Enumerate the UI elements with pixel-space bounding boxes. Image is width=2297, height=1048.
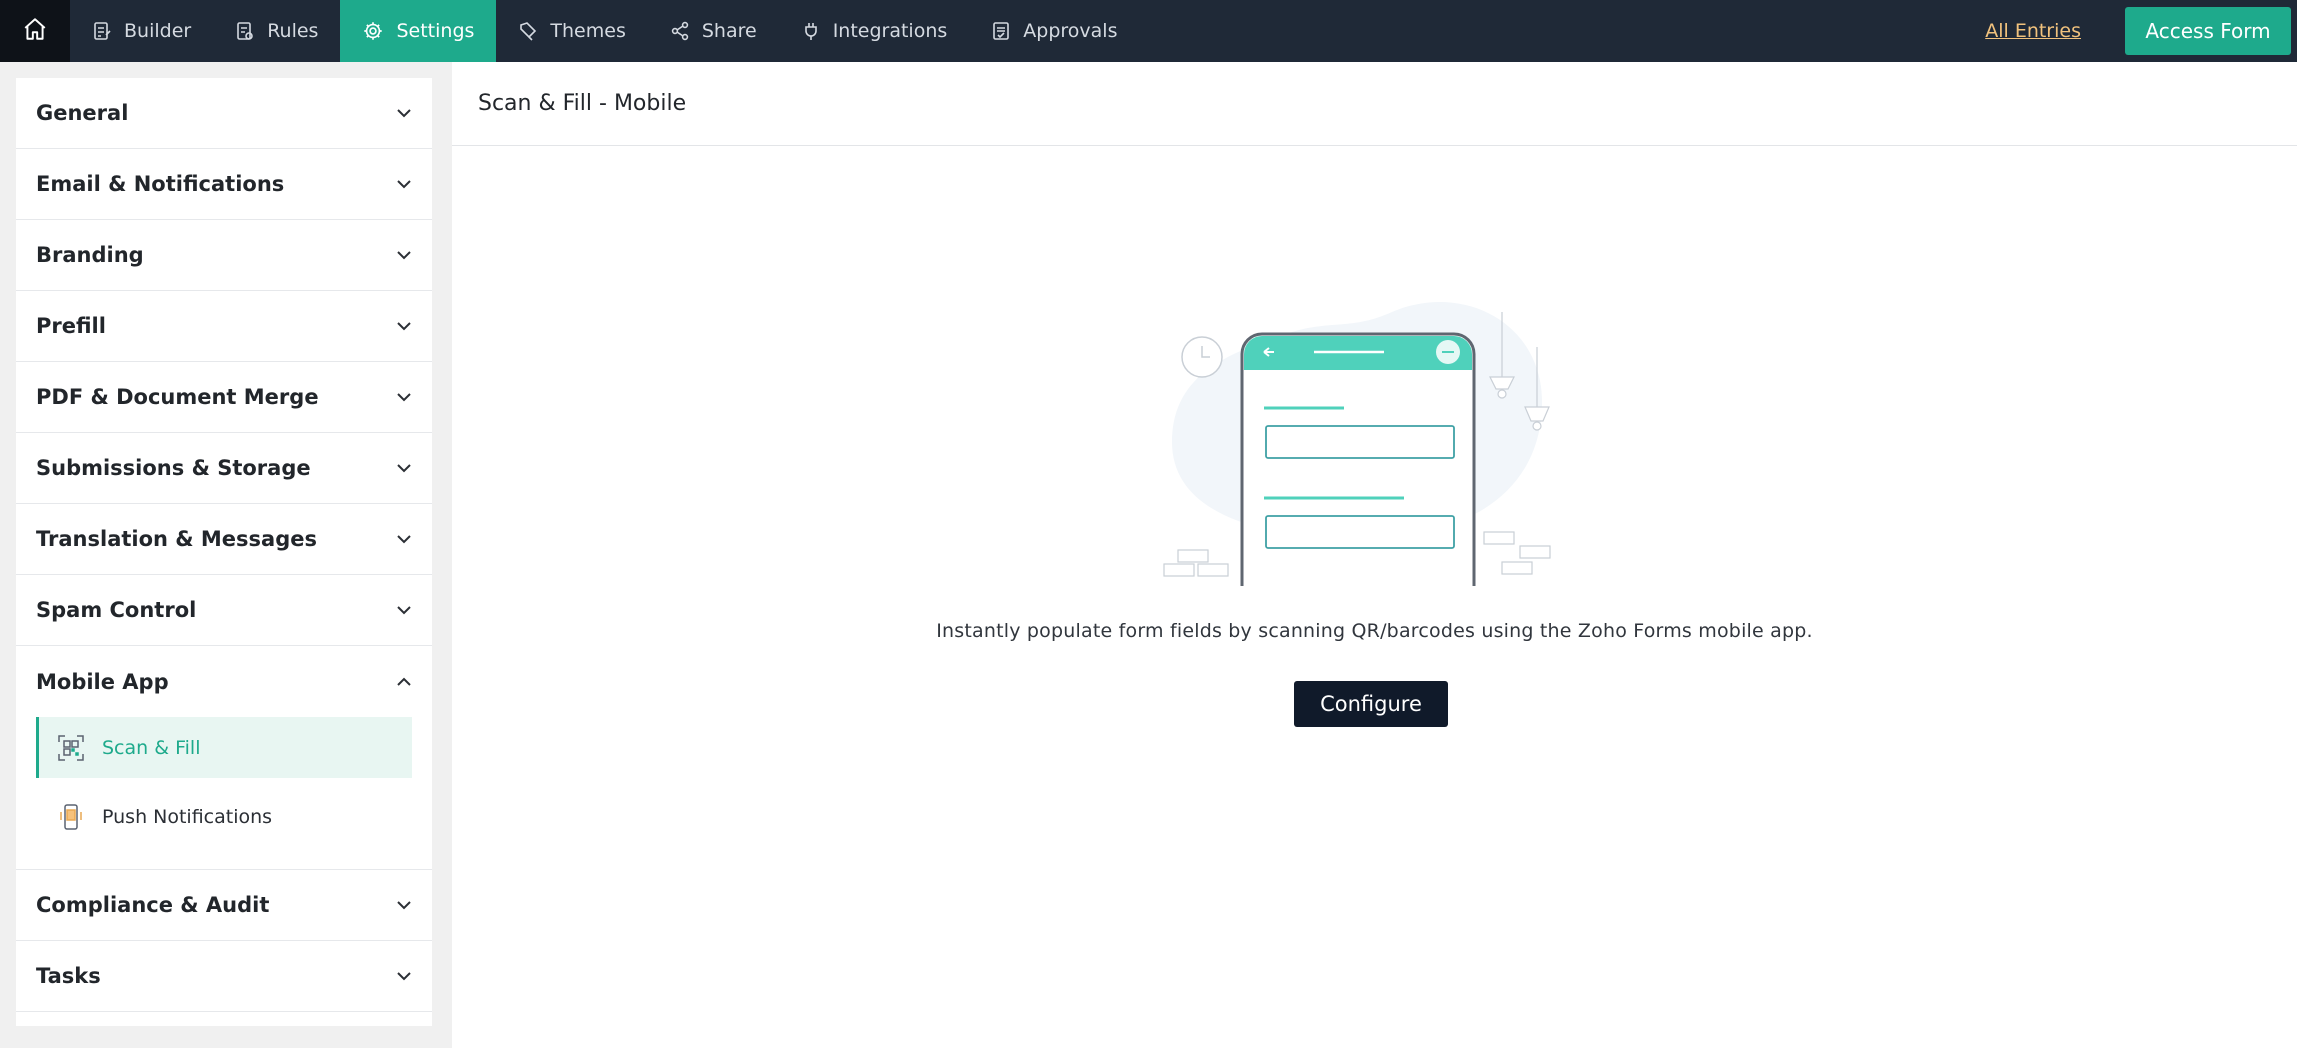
tab-rules[interactable]: Rules [213, 0, 340, 62]
section-label: Email & Notifications [36, 172, 285, 196]
section-label: Branding [36, 243, 144, 267]
configure-button[interactable]: Configure [1294, 681, 1448, 727]
chevron-down-icon [397, 972, 411, 981]
home-button[interactable] [0, 0, 70, 62]
form-icon [92, 21, 112, 41]
sidebar-section-email-notifications[interactable]: Email & Notifications [16, 149, 432, 220]
mobile-app-subitems: Scan & Fill Push Notifications [16, 717, 432, 869]
sidebar-section-tasks[interactable]: Tasks [16, 941, 432, 1012]
chevron-down-icon [397, 109, 411, 118]
sidebar-section-translation-messages[interactable]: Translation & Messages [16, 504, 432, 575]
sidebar-section-prefill[interactable]: Prefill [16, 291, 432, 362]
plug-icon [801, 21, 821, 41]
tab-approvals[interactable]: Approvals [969, 0, 1139, 62]
chevron-down-icon [397, 606, 411, 615]
chevron-down-icon [397, 251, 411, 260]
tab-integrations-label: Integrations [832, 20, 948, 42]
sidebar-section-mobile-app[interactable]: Mobile App [16, 646, 432, 717]
tab-share[interactable]: Share [648, 0, 779, 62]
chevron-down-icon [397, 180, 411, 189]
sidebar-section-submissions-storage[interactable]: Submissions & Storage [16, 433, 432, 504]
sidebar-item-label: Scan & Fill [102, 736, 201, 759]
home-icon [22, 16, 48, 46]
tab-themes-label: Themes [550, 20, 626, 42]
section-label: PDF & Document Merge [36, 385, 319, 409]
tab-integrations[interactable]: Integrations [779, 0, 970, 62]
tab-settings-label: Settings [396, 20, 475, 42]
section-label: General [36, 101, 129, 125]
sidebar-section-spam-control[interactable]: Spam Control [16, 575, 432, 646]
scan-fill-description: Instantly populate form fields by scanni… [936, 620, 1813, 642]
chevron-down-icon [397, 322, 411, 331]
section-label: Tasks [36, 964, 101, 988]
section-label: Spam Control [36, 598, 197, 622]
sidebar-item-scan-fill[interactable]: Scan & Fill [36, 717, 412, 778]
tab-rules-label: Rules [267, 20, 319, 42]
sidebar-section-mobile-app-group: Mobile App Scan & Fill Push Notification… [16, 646, 432, 870]
section-label: Compliance & Audit [36, 893, 270, 917]
phone-scan-illustration [1142, 242, 1572, 586]
sidebar-section-branding[interactable]: Branding [16, 220, 432, 291]
approval-icon [991, 21, 1011, 41]
chevron-up-icon [397, 677, 411, 686]
chevron-down-icon [397, 393, 411, 402]
section-label: Prefill [36, 314, 106, 338]
tab-builder-label: Builder [124, 20, 192, 42]
sidebar-item-push-notifications[interactable]: Push Notifications [36, 786, 412, 847]
chevron-down-icon [397, 901, 411, 910]
qr-scan-icon [56, 733, 86, 763]
settings-sidebar: General Email & Notifications Branding P… [16, 78, 432, 1026]
tab-settings[interactable]: Settings [340, 0, 497, 62]
access-form-button[interactable]: Access Form [2125, 7, 2291, 55]
tab-builder[interactable]: Builder [70, 0, 213, 62]
all-entries-link[interactable]: All Entries [1985, 20, 2081, 42]
section-label: Mobile App [36, 669, 169, 694]
brush-icon [518, 21, 538, 41]
page-title: Scan & Fill - Mobile [452, 62, 2297, 146]
chevron-down-icon [397, 535, 411, 544]
tab-approvals-label: Approvals [1023, 20, 1118, 42]
tab-share-label: Share [701, 20, 757, 42]
tab-themes[interactable]: Themes [496, 0, 647, 62]
chevron-down-icon [397, 464, 411, 473]
mobile-notification-icon [56, 802, 86, 832]
sidebar-item-label: Push Notifications [102, 805, 273, 828]
section-label: Submissions & Storage [36, 456, 311, 480]
gear-icon [362, 20, 384, 42]
main-panel: Scan & Fill - Mobile Instantly populate … [452, 62, 2297, 1048]
section-label: Translation & Messages [36, 527, 317, 551]
topbar-actions: All Entries Access Form [1985, 0, 2297, 62]
top-navigation-bar: Builder Rules Settings Themes Share Inte… [0, 0, 2297, 62]
rules-icon [235, 21, 255, 41]
sidebar-section-compliance-audit[interactable]: Compliance & Audit [16, 870, 432, 941]
sidebar-section-pdf-document-merge[interactable]: PDF & Document Merge [16, 362, 432, 433]
sidebar-section-general[interactable]: General [16, 78, 432, 149]
share-icon [670, 21, 690, 41]
